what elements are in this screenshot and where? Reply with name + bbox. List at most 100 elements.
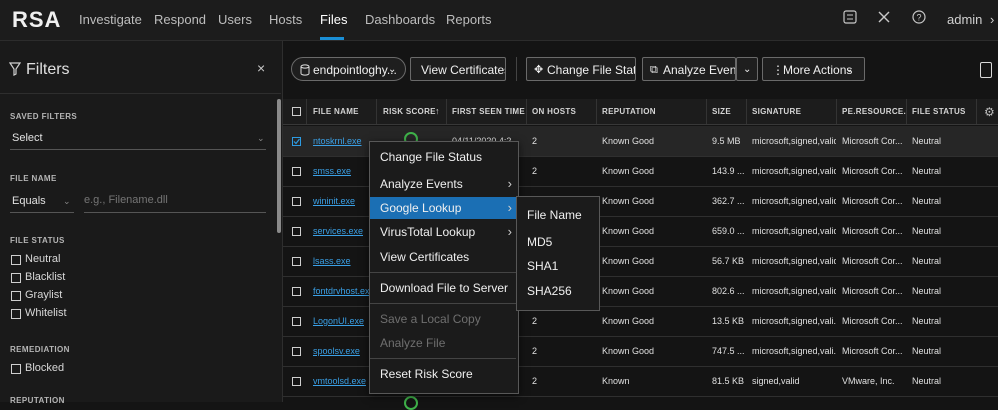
view-certificates-button[interactable]: View Certificates bbox=[410, 57, 506, 81]
analyze-events-button[interactable]: ⧉ Analyze Events bbox=[642, 57, 736, 81]
row-checkbox[interactable] bbox=[292, 377, 301, 386]
row-checkbox[interactable] bbox=[292, 167, 301, 176]
col-reputation[interactable]: REPUTATION bbox=[602, 107, 656, 116]
row-checkbox[interactable] bbox=[292, 257, 301, 266]
row-checkbox[interactable] bbox=[292, 287, 301, 296]
menu-item-change-file-status[interactable]: Change File Status bbox=[370, 146, 516, 168]
investigate-icon[interactable] bbox=[840, 9, 860, 29]
file-name-link[interactable]: smss.exe bbox=[313, 166, 351, 176]
pe-resource-cell: Microsoft Cor... bbox=[842, 256, 903, 266]
rsa-logo[interactable]: RSA bbox=[12, 7, 61, 33]
file-name-link[interactable]: spoolsv.exe bbox=[313, 346, 360, 356]
col-risk-score[interactable]: RISK SCORE bbox=[383, 107, 436, 116]
col-file-name[interactable]: FILE NAME bbox=[313, 107, 359, 116]
toolbar-divider bbox=[516, 57, 517, 81]
checkbox[interactable] bbox=[11, 309, 21, 319]
change-file-status-button[interactable]: ✥ Change File Status bbox=[526, 57, 636, 81]
context-menu: Change File Status Analyze Events › Googl… bbox=[369, 141, 519, 394]
menu-item-view-certificates[interactable]: View Certificates bbox=[370, 246, 516, 268]
signature-cell: microsoft,signed,vali... bbox=[752, 316, 836, 326]
menu-item-reset-risk-score[interactable]: Reset Risk Score bbox=[370, 363, 516, 385]
row-checkbox[interactable] bbox=[292, 317, 301, 326]
file-name-link[interactable]: services.exe bbox=[313, 226, 363, 236]
gear-icon[interactable]: ⚙ bbox=[984, 105, 995, 119]
chevron-down-icon[interactable]: ⌄ bbox=[257, 133, 265, 144]
submenu-sha256[interactable]: SHA256 bbox=[527, 284, 572, 298]
signature-cell: microsoft,signed,valid bbox=[752, 136, 836, 146]
tools-icon[interactable] bbox=[874, 9, 894, 29]
top-nav: RSA Investigate Respond Users Hosts File… bbox=[0, 0, 998, 41]
checkbox[interactable] bbox=[11, 255, 21, 265]
signature-cell: microsoft,signed,valid bbox=[752, 166, 836, 176]
analyze-events-dropdown[interactable]: ⌄ bbox=[736, 57, 758, 81]
source-dropdown[interactable]: endpointloghy... ⌄ bbox=[291, 57, 406, 81]
file-name-link[interactable]: vmtoolsd.exe bbox=[313, 376, 366, 386]
reputation-cell: Known Good bbox=[602, 226, 655, 236]
saved-filters-select[interactable]: Select bbox=[12, 132, 43, 144]
checkbox[interactable] bbox=[11, 291, 21, 301]
row-checkbox[interactable] bbox=[292, 227, 301, 236]
checkbox[interactable] bbox=[11, 364, 21, 374]
signature-cell: microsoft,signed,valid bbox=[752, 256, 836, 266]
file-name-link[interactable]: wininit.exe bbox=[313, 196, 355, 206]
file-status-cell: Neutral bbox=[912, 166, 942, 176]
source-label: endpointloghy... bbox=[313, 63, 397, 77]
reputation-cell: Known Good bbox=[602, 136, 655, 146]
sort-arrow-icon[interactable]: ↑ bbox=[435, 106, 440, 116]
col-signature[interactable]: SIGNATURE bbox=[752, 107, 801, 116]
row-checkbox[interactable] bbox=[292, 197, 301, 206]
col-pe-resource[interactable]: PE.RESOURCE... bbox=[842, 107, 906, 116]
menu-item-download-file[interactable]: Download File to Server bbox=[370, 277, 516, 299]
size-cell: 659.0 ... bbox=[712, 226, 745, 236]
google-lookup-submenu: File Name MD5 SHA1 SHA256 bbox=[516, 196, 600, 311]
file-name-operator[interactable]: Equals bbox=[12, 195, 46, 207]
nav-dashboards[interactable]: Dashboards bbox=[365, 12, 435, 27]
reputation-cell: Known Good bbox=[602, 166, 655, 176]
status-icon: ✥ bbox=[534, 64, 544, 76]
filter-icon bbox=[8, 62, 22, 79]
col-size[interactable]: SIZE bbox=[712, 107, 731, 116]
submenu-md5[interactable]: MD5 bbox=[527, 235, 552, 249]
sidebar-scrollbar[interactable] bbox=[277, 99, 281, 233]
signature-cell: microsoft,signed,valid bbox=[752, 286, 836, 296]
menu-item-google-lookup[interactable]: Google Lookup › bbox=[370, 197, 516, 219]
menu-item-virustotal-lookup[interactable]: VirusTotal Lookup › bbox=[370, 221, 516, 243]
col-file-status[interactable]: FILE STATUS bbox=[912, 107, 966, 116]
filters-title: Filters bbox=[26, 61, 70, 78]
more-actions-label: More Actions bbox=[783, 63, 853, 77]
reputation-cell: Known Good bbox=[602, 286, 655, 296]
nav-files[interactable]: Files bbox=[320, 12, 347, 27]
help-icon[interactable]: ? bbox=[909, 9, 929, 29]
chevron-down-icon: ⌄ bbox=[388, 64, 397, 75]
input-underline bbox=[84, 212, 266, 213]
file-status-cell: Neutral bbox=[912, 286, 942, 296]
nav-users[interactable]: Users bbox=[218, 12, 252, 27]
filters-panel: Filters × SAVED FILTERS Select ⌄ FILE NA… bbox=[0, 41, 283, 405]
pe-resource-cell: Microsoft Cor... bbox=[842, 346, 903, 356]
file-name-input[interactable] bbox=[84, 191, 264, 209]
col-on-hosts[interactable]: ON HOSTS bbox=[532, 107, 576, 116]
col-first-seen-time[interactable]: FIRST SEEN TIME bbox=[452, 107, 525, 116]
menu-item-analyze-events[interactable]: Analyze Events › bbox=[370, 173, 516, 195]
menu-item-analyze-file: Analyze File bbox=[380, 336, 446, 350]
submenu-file-name[interactable]: File Name bbox=[527, 208, 582, 222]
row-checkbox-checked[interactable] bbox=[292, 137, 301, 146]
column-settings-icon[interactable] bbox=[980, 62, 992, 78]
user-menu[interactable]: admin › bbox=[947, 12, 994, 27]
checkbox[interactable] bbox=[11, 273, 21, 283]
file-name-link[interactable]: fontdrvhost.exe bbox=[313, 286, 375, 296]
file-name-link[interactable]: ntoskrnl.exe bbox=[313, 136, 362, 146]
close-icon[interactable]: × bbox=[257, 60, 265, 76]
file-status-cell: Neutral bbox=[912, 196, 942, 206]
nav-investigate[interactable]: Investigate bbox=[79, 12, 142, 27]
select-all-checkbox[interactable] bbox=[292, 107, 301, 116]
chevron-down-icon[interactable]: ⌄ bbox=[63, 196, 71, 207]
more-actions-button[interactable]: ⋮ More Actions ⌄ bbox=[762, 57, 865, 81]
nav-respond[interactable]: Respond bbox=[154, 12, 206, 27]
file-name-link[interactable]: LogonUI.exe bbox=[313, 316, 364, 326]
row-checkbox[interactable] bbox=[292, 347, 301, 356]
submenu-sha1[interactable]: SHA1 bbox=[527, 259, 558, 273]
nav-reports[interactable]: Reports bbox=[446, 12, 492, 27]
nav-hosts[interactable]: Hosts bbox=[269, 12, 302, 27]
file-name-link[interactable]: lsass.exe bbox=[313, 256, 351, 266]
